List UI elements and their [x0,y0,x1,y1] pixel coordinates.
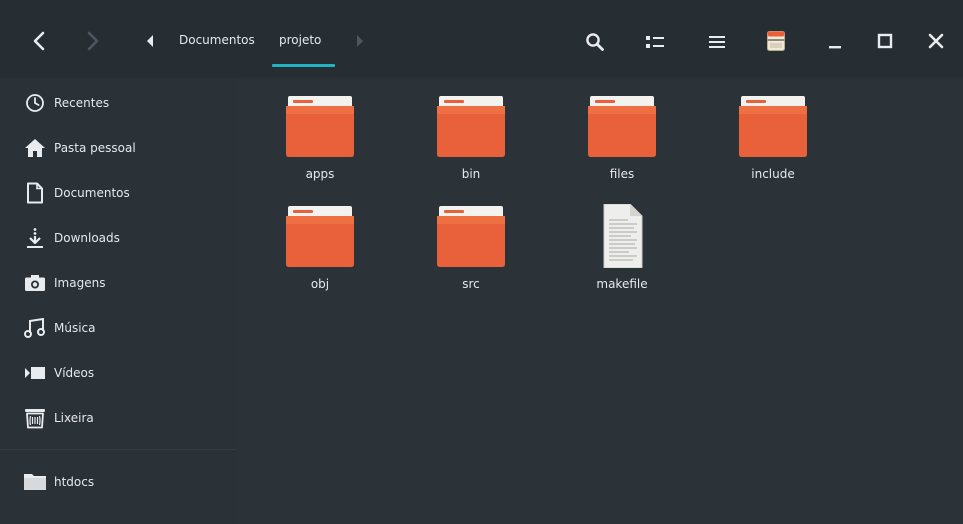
sidebar-item-imagens[interactable]: Imagens [0,263,236,303]
sidebar-item-recentes[interactable]: Recentes [0,83,236,123]
search-button[interactable] [582,29,608,55]
sidebar-item-label: Vídeos [54,366,95,380]
header-bar: Documentos projeto [0,0,963,78]
file-name: files [609,167,635,181]
icon-view-icon [646,36,664,48]
sidebar-item-label: Documentos [54,186,130,200]
main-menu-button[interactable] [704,30,730,54]
file-item-makefile[interactable]: makefile [562,188,682,298]
file-name: apps [305,167,335,181]
home-icon [22,135,48,161]
maximize-icon [877,33,893,49]
folder-icon [22,469,48,495]
camera-icon [22,270,48,296]
music-icon [22,315,48,341]
chevron-right-icon [87,31,99,51]
file-name: bin [461,167,481,181]
text-file-icon [603,204,643,268]
file-view: apps bin files include obj src makefile [236,78,963,524]
path-item-projeto[interactable]: projeto [279,30,321,50]
sidebar-item-documentos[interactable]: Documentos [0,173,236,213]
file-item-src[interactable]: src [411,188,531,298]
folder-icon [437,206,505,267]
sidebar-item-label: Lixeira [54,411,94,425]
folder-icon [588,96,656,157]
back-button[interactable] [26,28,52,54]
caret-left-icon [147,35,153,47]
sidebar-item-label: htdocs [54,475,95,489]
sidebar-item-pasta-pessoal[interactable]: Pasta pessoal [0,128,236,168]
sidebar-item-lixeira[interactable]: Lixeira [0,398,236,438]
path-scroll-right-button[interactable] [352,32,368,50]
close-icon [928,33,944,49]
sidebar-item-downloads[interactable]: Downloads [0,218,236,258]
archive-icon [767,31,785,51]
document-icon [22,180,48,206]
sidebar: Recentes Pasta pessoal Documentos Downlo… [0,78,236,524]
sidebar-item-htdocs[interactable]: htdocs [0,462,236,502]
path-scroll-left-button[interactable] [142,32,158,50]
search-icon [586,33,604,51]
file-item-obj[interactable]: obj [260,188,380,298]
sidebar-item-label: Recentes [54,96,110,110]
file-name: makefile [596,277,648,291]
forward-button[interactable] [80,28,106,54]
path-item-documentos[interactable]: Documentos [179,30,255,50]
sidebar-item-label: Downloads [54,231,120,245]
file-name: obj [310,277,330,291]
caret-right-icon [357,35,363,47]
properties-button[interactable] [763,28,789,54]
file-item-apps[interactable]: apps [260,78,380,188]
download-icon [22,225,48,251]
close-button[interactable] [923,28,949,54]
video-icon [22,360,48,386]
folder-icon [437,96,505,157]
sidebar-item-musica[interactable]: Música [0,308,236,348]
minimize-icon [829,46,841,49]
file-name: src [462,277,480,291]
sidebar-item-videos[interactable]: Vídeos [0,353,236,393]
sidebar-item-label: Imagens [54,276,106,290]
folder-icon [286,206,354,267]
path-current-indicator [272,64,335,67]
view-mode-button[interactable] [642,30,668,54]
maximize-button[interactable] [872,28,898,54]
sidebar-item-label: Música [54,321,96,335]
hamburger-menu-icon [709,36,725,48]
file-manager-window: Documentos projeto Recentes Pasta pessoa… [0,0,963,524]
sidebar-item-label: Pasta pessoal [54,141,136,155]
minimize-button[interactable] [822,28,848,54]
file-item-files[interactable]: files [562,78,682,188]
trash-icon [22,405,48,431]
chevron-left-icon [33,31,45,51]
file-name: include [751,167,795,181]
folder-icon [739,96,807,157]
file-item-bin[interactable]: bin [411,78,531,188]
file-item-include[interactable]: include [713,78,833,188]
folder-icon [286,96,354,157]
sidebar-divider [0,449,236,450]
clock-icon [22,90,48,116]
